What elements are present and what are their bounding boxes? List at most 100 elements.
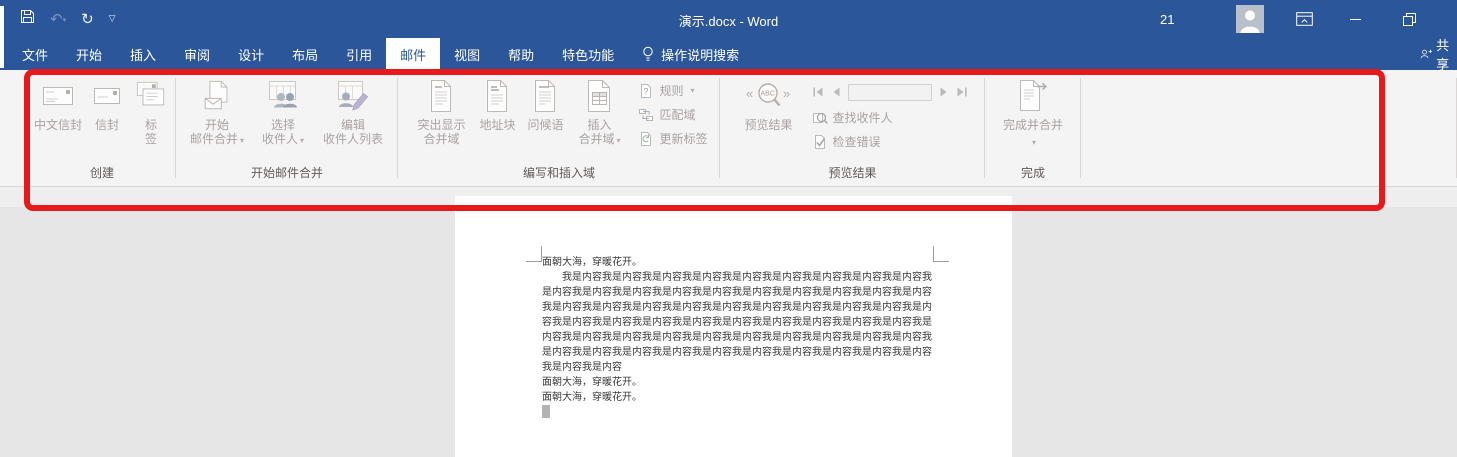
ribbon-group-finish: 完成并合并 ▾ 完成 bbox=[985, 70, 1081, 186]
tab-special-features[interactable]: 特色功能 bbox=[548, 38, 628, 70]
redo-icon: ↻ bbox=[81, 9, 94, 28]
tell-me-search[interactable]: 操作说明搜索 bbox=[642, 38, 739, 70]
button-label: 插入 bbox=[587, 118, 612, 132]
update-labels-button[interactable]: 更新标签 bbox=[638, 129, 708, 148]
previous-record-button[interactable] bbox=[830, 86, 842, 98]
address-block-button[interactable]: 地址块 bbox=[474, 78, 520, 158]
rules-button[interactable]: ? 规则 ▾ bbox=[638, 81, 707, 100]
finish-merge-icon bbox=[1016, 78, 1050, 114]
next-record-button[interactable] bbox=[938, 86, 950, 98]
tab-references[interactable]: 引用 bbox=[332, 38, 386, 70]
text-cursor-block bbox=[542, 405, 550, 418]
restore-icon bbox=[1403, 12, 1416, 26]
ribbon-display-options-icon bbox=[1296, 12, 1313, 26]
chinese-envelope-icon bbox=[41, 78, 75, 114]
ribbon-group-start-mail-merge: 开始 邮件合并 ▾ 选择 收件人 ▾ 编辑 收件人列表 开始邮件合并 bbox=[176, 70, 398, 186]
last-record-button[interactable] bbox=[956, 86, 968, 98]
envelope-button[interactable]: 信封 bbox=[87, 78, 127, 158]
match-fields-icon bbox=[639, 108, 654, 121]
button-label: 收件人列表 bbox=[322, 132, 383, 146]
undo-dropdown-icon: ▾ bbox=[62, 15, 67, 24]
greeting-line-icon bbox=[532, 78, 558, 114]
customize-quick-access-button[interactable]: ▽ bbox=[109, 14, 116, 24]
button-label: 完成并合并 bbox=[1002, 118, 1063, 132]
user-avatar[interactable] bbox=[1236, 5, 1264, 33]
start-mail-merge-button[interactable]: 开始 邮件合并 ▾ bbox=[184, 78, 250, 158]
labels-icon bbox=[135, 78, 167, 114]
tab-mailings-selected[interactable]: 邮件 bbox=[386, 38, 441, 70]
dropdown-arrow-icon: ▾ bbox=[240, 136, 245, 145]
restore-button[interactable] bbox=[1403, 0, 1416, 38]
chinese-envelope-button[interactable]: 中文信封 bbox=[31, 78, 85, 158]
record-number-input[interactable] bbox=[847, 83, 932, 101]
group-label-preview-results: 预览结果 bbox=[828, 166, 877, 180]
button-label: 规则 bbox=[659, 84, 684, 98]
rules-icon: ? bbox=[641, 83, 652, 98]
button-label: 标 bbox=[144, 118, 157, 132]
window-title: 演示.docx - Word bbox=[678, 14, 779, 29]
insert-merge-field-button[interactable]: 插入 合并域 ▾ bbox=[570, 78, 628, 158]
document-page[interactable]: 面朝大海，穿暖花开。 我是内容我是内容我是内容我是内容我是内容我是内容我是内容我… bbox=[455, 196, 1012, 457]
labels-button[interactable]: 标 签 bbox=[129, 78, 173, 158]
preview-results-button[interactable]: « ABC » 预览结果 bbox=[738, 78, 800, 158]
undo-icon: ↶ bbox=[50, 9, 63, 28]
tab-view[interactable]: 视图 bbox=[440, 38, 494, 70]
ribbon-mailings: 中文信封 信封 标 签 创建 开始 邮件合并 ▾ 选择 收件人 ▾ 编辑 收件人… bbox=[0, 70, 1457, 187]
share-button[interactable]: 共享 bbox=[1420, 38, 1457, 70]
tell-me-label: 操作说明搜索 bbox=[661, 47, 740, 63]
group-label-start-mail-merge: 开始邮件合并 bbox=[250, 166, 323, 180]
update-labels-icon bbox=[641, 131, 652, 146]
document-text[interactable]: 面朝大海，穿暖花开。 我是内容我是内容我是内容我是内容我是内容我是内容我是内容我… bbox=[542, 255, 934, 420]
button-label: 信封 bbox=[94, 118, 119, 132]
match-fields-button[interactable]: 匹配域 bbox=[638, 105, 707, 124]
record-navigator bbox=[812, 81, 968, 103]
svg-text:ABC: ABC bbox=[760, 91, 774, 98]
doc-body-paragraph: 我是内容我是内容我是内容我是内容我是内容我是内容我是内容我是内容我是内容我是内容… bbox=[542, 272, 932, 373]
quick-access-toolbar: ↶▾ ↻ ▽ bbox=[20, 7, 116, 31]
word-window: ↶▾ ↻ ▽ 演示.docx - Word 21 文件 开始 插入 审阅 设计 … bbox=[0, 0, 1457, 457]
margin-crop-mark-top-right bbox=[933, 246, 949, 262]
button-label: 突出显示 bbox=[417, 118, 466, 132]
svg-text:«: « bbox=[746, 86, 753, 101]
button-label: 中文信封 bbox=[33, 118, 82, 132]
edit-recipient-list-icon bbox=[336, 78, 370, 114]
greeting-line-button[interactable]: 问候语 bbox=[522, 78, 568, 158]
edit-recipient-list-button[interactable]: 编辑 收件人列表 bbox=[316, 78, 390, 158]
find-recipient-button[interactable]: 查找收件人 bbox=[812, 108, 968, 127]
ribbon-empty-space bbox=[1081, 70, 1457, 186]
minimize-button[interactable] bbox=[1350, 0, 1361, 38]
highlight-merge-fields-button[interactable]: 突出显示 合并域 bbox=[410, 78, 472, 158]
check-errors-icon bbox=[814, 134, 825, 149]
tab-file[interactable]: 文件 bbox=[8, 38, 62, 70]
dropdown-arrow-icon: ▾ bbox=[690, 86, 695, 95]
button-label: 更新标签 bbox=[659, 132, 708, 146]
tab-help[interactable]: 帮助 bbox=[494, 38, 548, 70]
first-record-button[interactable] bbox=[812, 86, 824, 98]
save-icon bbox=[21, 10, 34, 23]
button-label: 匹配域 bbox=[659, 108, 696, 122]
undo-button[interactable]: ↶▾ bbox=[50, 9, 67, 28]
button-label: 编辑 bbox=[340, 118, 365, 132]
button-label: 查找收件人 bbox=[832, 111, 893, 125]
tab-insert[interactable]: 插入 bbox=[116, 38, 170, 70]
tab-review[interactable]: 审阅 bbox=[170, 38, 224, 70]
tab-layout[interactable]: 布局 bbox=[278, 38, 332, 70]
dropdown-arrow-icon: ▾ bbox=[616, 136, 621, 145]
find-recipient-icon bbox=[812, 112, 828, 124]
save-button[interactable] bbox=[20, 9, 35, 29]
select-recipients-button[interactable]: 选择 收件人 ▾ bbox=[252, 78, 314, 158]
finish-and-merge-button[interactable]: 完成并合并 ▾ bbox=[995, 78, 1071, 158]
ribbon-group-create: 中文信封 信封 标 签 创建 bbox=[28, 70, 176, 186]
group-label-finish: 完成 bbox=[1020, 166, 1045, 180]
check-for-errors-button[interactable]: 检查错误 bbox=[812, 132, 968, 151]
doc-heading-line: 面朝大海，穿暖花开。 bbox=[542, 257, 642, 268]
tab-home[interactable]: 开始 bbox=[62, 38, 116, 70]
svg-text:»: » bbox=[783, 86, 790, 101]
tab-design[interactable]: 设计 bbox=[224, 38, 278, 70]
select-recipients-icon bbox=[266, 78, 300, 114]
envelope-icon bbox=[92, 78, 122, 114]
ribbon-group-write-insert-fields: 突出显示 合并域 地址块 问候语 插入 合并域 ▾ ? 规则 ▾ 匹配域 更新标… bbox=[398, 70, 720, 186]
highlight-merge-fields-icon bbox=[428, 78, 454, 114]
redo-button[interactable]: ↻ bbox=[81, 9, 94, 28]
ribbon-display-options-button[interactable] bbox=[1296, 0, 1313, 38]
